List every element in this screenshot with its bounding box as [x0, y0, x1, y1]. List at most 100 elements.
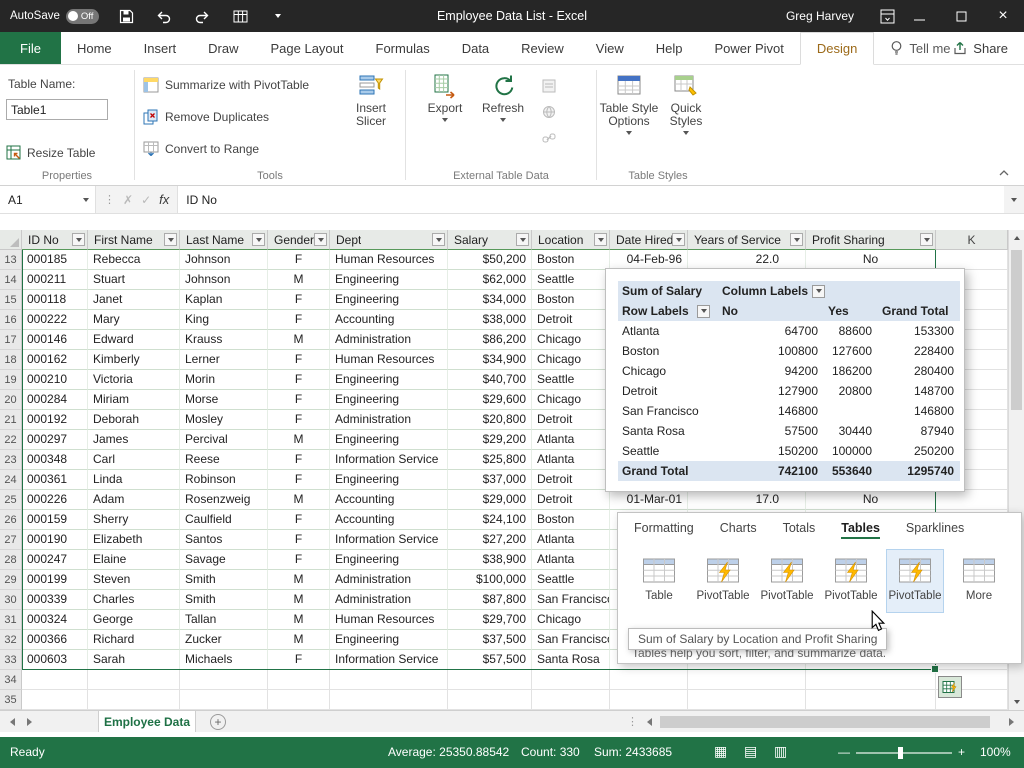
qa-tab-tables[interactable]: Tables — [841, 521, 880, 539]
cell[interactable]: Elizabeth — [88, 530, 180, 550]
ribbon-tab-insert[interactable]: Insert — [128, 32, 193, 64]
sheet-nav-left-icon[interactable] — [10, 718, 15, 726]
cell[interactable]: Human Resources — [330, 610, 448, 630]
cell[interactable]: Engineering — [330, 430, 448, 450]
cell[interactable]: No — [806, 250, 936, 270]
cell[interactable]: Johnson — [180, 250, 268, 270]
open-in-browser-button[interactable] — [542, 105, 556, 119]
cell[interactable]: Atlanta — [532, 450, 610, 470]
cell[interactable]: 000284 — [22, 390, 88, 410]
collapse-ribbon-button[interactable] — [998, 169, 1010, 177]
maximize-button[interactable] — [940, 0, 982, 32]
vertical-scroll-thumb[interactable] — [1011, 250, 1022, 410]
row-header[interactable]: 24 — [0, 470, 22, 490]
cell[interactable]: Chicago — [532, 610, 610, 630]
cell[interactable]: $40,700 — [448, 370, 532, 390]
cell[interactable]: Janet — [88, 290, 180, 310]
quick-analysis-button[interactable] — [938, 676, 962, 698]
row-header[interactable]: 17 — [0, 330, 22, 350]
cell[interactable]: Engineering — [330, 290, 448, 310]
cell[interactable] — [330, 670, 448, 690]
row-header[interactable]: 33 — [0, 650, 22, 670]
filter-button[interactable] — [594, 233, 607, 246]
cell[interactable]: Caulfield — [180, 510, 268, 530]
cell[interactable]: 000192 — [22, 410, 88, 430]
cell[interactable]: $62,000 — [448, 270, 532, 290]
undo-button[interactable] — [153, 2, 175, 30]
cell[interactable]: Adam — [88, 490, 180, 510]
cell[interactable]: Mosley — [180, 410, 268, 430]
cell[interactable]: 000366 — [22, 630, 88, 650]
row-header[interactable]: 25 — [0, 490, 22, 510]
cell[interactable] — [448, 690, 532, 710]
cell[interactable]: Seattle — [532, 570, 610, 590]
cell[interactable]: Tallan — [180, 610, 268, 630]
zoom-level[interactable]: 100% — [980, 745, 1011, 759]
cell[interactable]: Information Service — [330, 530, 448, 550]
cell[interactable]: Seattle — [532, 270, 610, 290]
cell[interactable]: Engineering — [330, 390, 448, 410]
cell[interactable]: Engineering — [330, 270, 448, 290]
column-header-gender[interactable]: Gender — [268, 230, 330, 250]
cell[interactable]: F — [268, 250, 330, 270]
filter-button[interactable] — [672, 233, 685, 246]
row-header[interactable]: 35 — [0, 690, 22, 710]
cell[interactable] — [268, 690, 330, 710]
cell[interactable]: Chicago — [532, 330, 610, 350]
qa-button-pivottable-1[interactable]: PivotTable — [694, 549, 752, 613]
cell[interactable]: 000159 — [22, 510, 88, 530]
resize-table-button[interactable]: Resize Table — [6, 145, 95, 160]
qa-button-table-0[interactable]: Table — [630, 549, 688, 613]
row-header[interactable]: 29 — [0, 570, 22, 590]
cell[interactable] — [88, 690, 180, 710]
row-header[interactable]: 31 — [0, 610, 22, 630]
cell[interactable]: Sarah — [88, 650, 180, 670]
row-header[interactable]: 23 — [0, 450, 22, 470]
page-layout-view-button[interactable]: ▤ — [744, 743, 757, 760]
cell[interactable]: Atlanta — [532, 530, 610, 550]
cell[interactable]: Deborah — [88, 410, 180, 430]
scroll-left-button[interactable] — [642, 714, 656, 730]
tab-scrollbar-splitter[interactable]: ⋮ — [627, 711, 638, 732]
cell[interactable]: M — [268, 430, 330, 450]
horizontal-scroll-track[interactable] — [658, 715, 1002, 729]
cell[interactable]: 000603 — [22, 650, 88, 670]
cell[interactable]: F — [268, 390, 330, 410]
qa-tab-totals[interactable]: Totals — [783, 521, 816, 539]
qa-tab-formatting[interactable]: Formatting — [634, 521, 694, 539]
cell[interactable]: 000339 — [22, 590, 88, 610]
filter-button[interactable] — [697, 305, 710, 318]
qat-customize-button[interactable] — [267, 2, 289, 30]
formula-bar-splitter[interactable]: ⋮ — [104, 193, 115, 206]
row-header[interactable]: 20 — [0, 390, 22, 410]
filter-button[interactable] — [432, 233, 445, 246]
cell[interactable]: $24,100 — [448, 510, 532, 530]
cell[interactable]: M — [268, 610, 330, 630]
column-header-first-name[interactable]: First Name — [88, 230, 180, 250]
export-button[interactable]: Export — [420, 73, 470, 122]
cell[interactable]: F — [268, 550, 330, 570]
cell[interactable]: Michaels — [180, 650, 268, 670]
table-style-options-button[interactable]: Table Style Options — [599, 73, 659, 135]
cell[interactable]: M — [268, 330, 330, 350]
quick-styles-button[interactable]: Quick Styles — [661, 73, 711, 135]
cell[interactable]: Savage — [180, 550, 268, 570]
cell[interactable]: $50,200 — [448, 250, 532, 270]
filter-button[interactable] — [920, 233, 933, 246]
filter-button[interactable] — [812, 285, 825, 298]
cell[interactable]: Detroit — [532, 490, 610, 510]
column-header-years-of-service[interactable]: Years of Service — [688, 230, 806, 250]
cell[interactable] — [532, 670, 610, 690]
cell[interactable]: 01-Mar-01 — [610, 490, 688, 510]
filter-button[interactable] — [252, 233, 265, 246]
ribbon-tab-home[interactable]: Home — [61, 32, 128, 64]
zoom-in-button[interactable]: + — [958, 745, 965, 759]
cell[interactable]: F — [268, 510, 330, 530]
scroll-up-button[interactable] — [1009, 230, 1024, 246]
cell[interactable]: Seattle — [532, 370, 610, 390]
cell[interactable]: M — [268, 590, 330, 610]
cell[interactable]: $86,200 — [448, 330, 532, 350]
cell[interactable]: $37,000 — [448, 470, 532, 490]
cell[interactable]: F — [268, 450, 330, 470]
column-header-salary[interactable]: Salary — [448, 230, 532, 250]
